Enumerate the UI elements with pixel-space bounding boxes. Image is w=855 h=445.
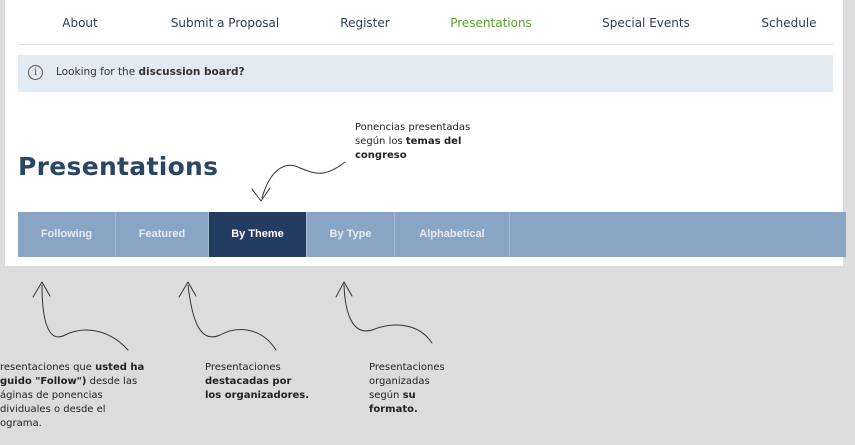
note-bold: destacadas por (205, 376, 292, 387)
note-line: áginas de ponencias (0, 390, 103, 401)
note-line: Ponencias presentadas (355, 122, 471, 133)
nav-presentations[interactable]: Presentations (450, 16, 532, 30)
nav-register[interactable]: Register (340, 16, 389, 30)
notice-prefix: Looking for the (56, 66, 139, 78)
tab-following[interactable]: Following (18, 212, 116, 257)
note-line: organizadas (369, 376, 430, 387)
note-line: formato. (369, 403, 445, 417)
note-text: según (369, 390, 403, 401)
following-arrowhead (32, 281, 51, 298)
tab-by-theme[interactable]: By Theme (209, 212, 307, 257)
note-bold: su (402, 390, 416, 401)
note-line: destacadas por (205, 375, 309, 389)
note-bold: los organizadores. (205, 390, 310, 401)
tab-alphabetical[interactable]: Alphabetical (395, 212, 510, 257)
note-line: según los temas del (355, 135, 470, 149)
note-line: Presentaciones (205, 362, 281, 373)
nav-special-events[interactable]: Special Events (602, 16, 690, 30)
note-line: Presentaciones (369, 362, 445, 373)
tab-featured[interactable]: Featured (116, 212, 209, 257)
note-bold: guido "Follow") (0, 376, 87, 387)
nav-about[interactable]: About (62, 16, 97, 30)
note-line: según su (369, 389, 445, 403)
note-text: desde las (86, 376, 138, 387)
top-navigation: About Submit a Proposal Register Present… (18, 8, 833, 45)
note-bold: congreso (355, 150, 407, 161)
note-bold: temas del (405, 136, 462, 147)
tab-bar: Following Featured By Theme By Type Alph… (18, 212, 846, 257)
nav-submit-proposal[interactable]: Submit a Proposal (171, 16, 280, 30)
discussion-board-link[interactable]: discussion board? (139, 66, 245, 78)
page-title: Presentations (18, 152, 219, 181)
note-line: guido "Follow") desde las (0, 375, 144, 389)
notice-text: Looking for the discussion board? (56, 66, 245, 78)
annotation-by-theme: Ponencias presentadas según los temas de… (355, 121, 470, 163)
annotation-following: resentaciones que usted ha guido "Follow… (0, 361, 144, 431)
info-circle-icon: i (28, 65, 43, 80)
annotation-by-type: Presentaciones organizadas según su form… (369, 361, 445, 417)
by-type-arrowhead (335, 281, 353, 298)
nav-schedule[interactable]: Schedule (761, 16, 816, 30)
following-arrow (41, 284, 129, 351)
tab-by-type[interactable]: By Type (307, 212, 395, 257)
featured-arrowhead (178, 281, 197, 298)
note-text: según los (355, 136, 406, 147)
note-line: dividuales o desde el (0, 404, 106, 415)
note-line: ograma. (0, 418, 42, 429)
note-line: congreso (355, 149, 470, 163)
note-line: resentaciones que usted ha (0, 361, 144, 375)
note-bold: usted ha (95, 362, 145, 373)
by-type-arrow (343, 284, 433, 344)
note-text: resentaciones que (0, 362, 96, 373)
discussion-notice: i Looking for the discussion board? (18, 55, 833, 92)
annotation-featured: Presentaciones destacadas por los organi… (205, 361, 309, 403)
featured-arrow (187, 284, 277, 351)
note-bold: formato. (369, 404, 418, 415)
note-line: los organizadores. (205, 389, 309, 403)
